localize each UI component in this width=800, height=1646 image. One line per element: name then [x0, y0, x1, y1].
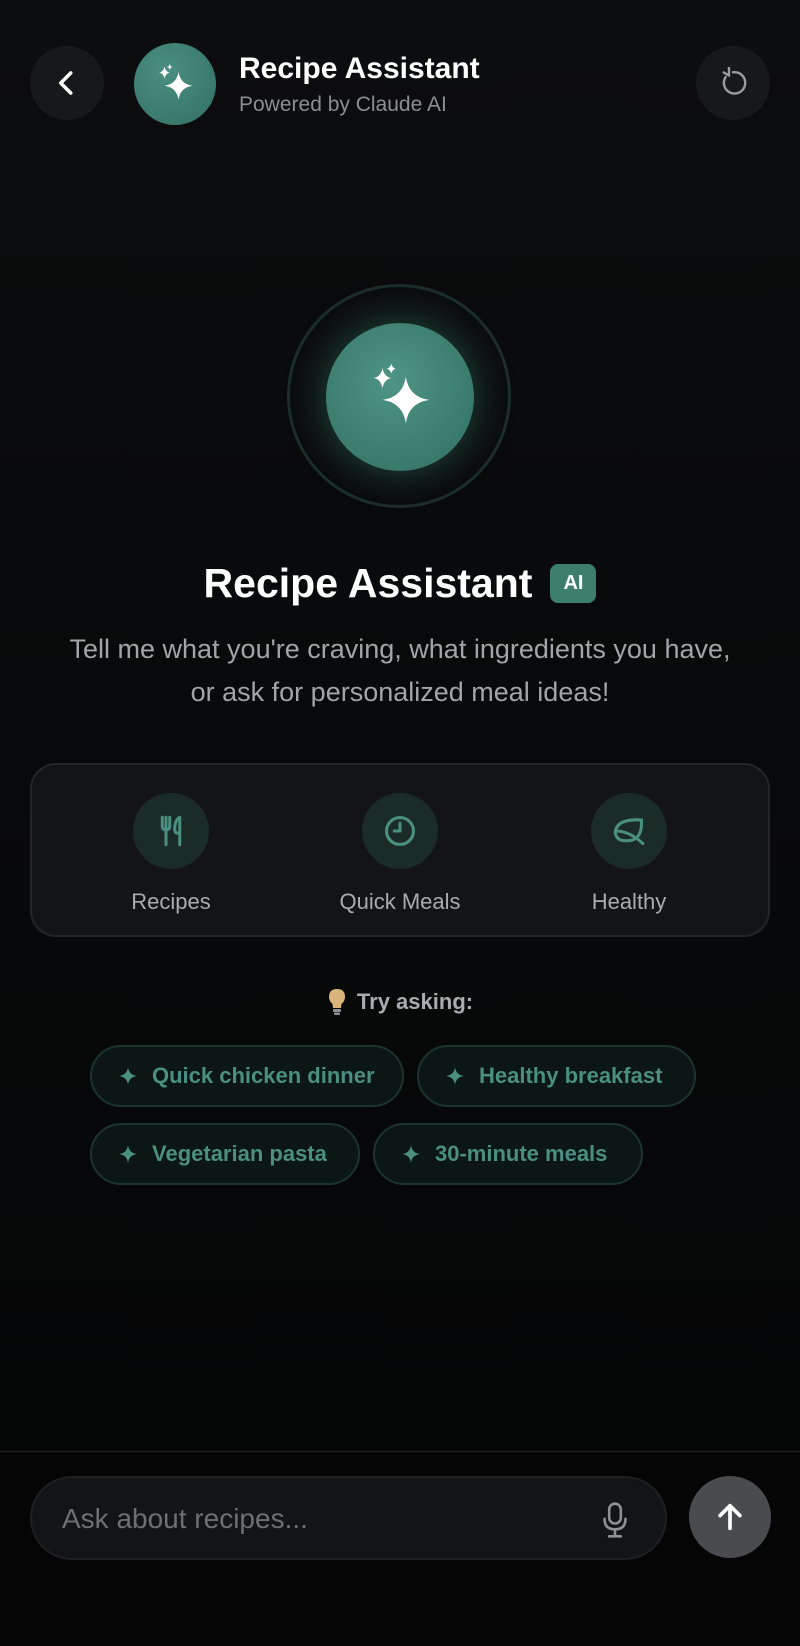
suggestion-chip[interactable]: Healthy breakfast: [417, 1045, 696, 1107]
category-recipes[interactable]: Recipes: [71, 793, 271, 915]
composer-bar: [0, 1451, 800, 1646]
suggestion-chip[interactable]: Quick chicken dinner: [90, 1045, 404, 1107]
arrow-up-icon: [718, 1503, 742, 1531]
category-quick-meals[interactable]: Quick Meals: [300, 793, 500, 915]
category-icon-bg: [591, 793, 667, 869]
hero-avatar: [326, 323, 474, 471]
suggestion-chip-label: 30-minute meals: [435, 1141, 608, 1166]
chevron-left-icon: [59, 71, 73, 95]
category-card: Recipes Quick Meals Healthy: [30, 763, 770, 937]
suggestion-chip-label: Vegetarian pasta: [152, 1141, 327, 1166]
suggestion-chip-label: Quick chicken dinner: [152, 1063, 375, 1088]
suggestions-heading: Try asking:: [0, 988, 800, 1016]
microphone-icon: [603, 1502, 627, 1538]
sparkles-icon: [159, 63, 193, 100]
sparkle-icon: [119, 1067, 137, 1085]
utensils-icon: [160, 815, 182, 847]
hero-description: Tell me what you're craving, what ingred…: [69, 634, 731, 707]
sparkles-icon: [373, 363, 430, 424]
header: Recipe Assistant Powered by Claude AI: [0, 0, 800, 160]
category-healthy[interactable]: Healthy: [529, 793, 729, 915]
category-icon-bg: [362, 793, 438, 869]
category-label: Healthy: [591, 889, 667, 914]
category-icon-bg: [133, 793, 209, 869]
lightbulb-icon: [328, 989, 345, 1015]
send-button[interactable]: [689, 1476, 771, 1558]
suggestion-chip[interactable]: 30-minute meals: [373, 1123, 643, 1185]
header-title: Recipe Assistant: [239, 52, 480, 85]
suggestion-chip-label: Healthy breakfast: [479, 1063, 663, 1088]
back-button[interactable]: [30, 46, 104, 120]
category-label: Recipes: [131, 889, 211, 914]
sparkle-icon: [402, 1145, 420, 1163]
category-label: Quick Meals: [339, 889, 461, 914]
message-input[interactable]: [60, 1496, 584, 1542]
hero-title: Recipe Assistant: [203, 560, 533, 606]
sparkle-icon: [119, 1145, 137, 1163]
suggestions-heading-text: Try asking:: [356, 989, 474, 1014]
assistant-avatar: [134, 43, 216, 125]
clock-icon: [384, 815, 416, 847]
microphone-button[interactable]: [595, 1498, 635, 1542]
hero-title-row: Recipe Assistant AI: [0, 560, 800, 607]
message-input-container: [30, 1476, 667, 1560]
leaf-icon: [613, 818, 645, 845]
header-subtitle: Powered by Claude AI: [239, 93, 447, 116]
refresh-icon: [722, 67, 747, 95]
refresh-button[interactable]: [696, 46, 770, 120]
ai-badge: AI: [550, 564, 597, 603]
sparkle-icon: [446, 1067, 464, 1085]
suggestion-chip[interactable]: Vegetarian pasta: [90, 1123, 360, 1185]
